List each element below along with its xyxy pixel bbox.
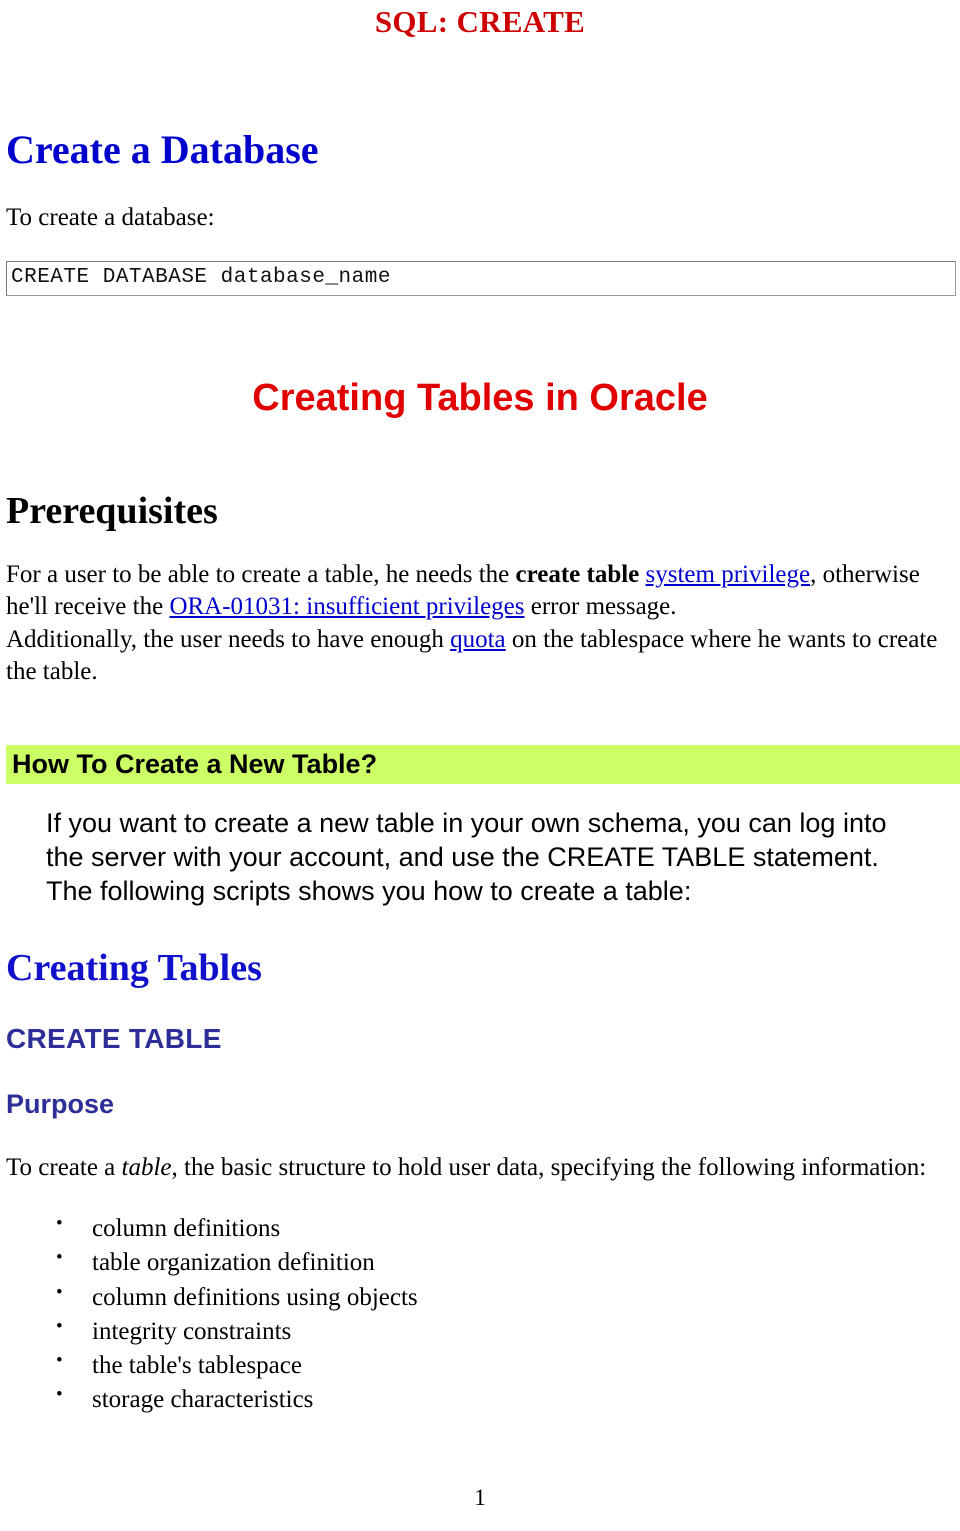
heading-how-to-create-a-new-table: How To Create a New Table? xyxy=(6,744,960,785)
list-item: storage characteristics xyxy=(56,1382,954,1417)
list-create-table-information: column definitions table organization de… xyxy=(6,1211,954,1418)
list-item: the table's tablespace xyxy=(56,1348,954,1383)
list-item: integrity constraints xyxy=(56,1314,954,1349)
paragraph-purpose-body: To create a table, the basic structure t… xyxy=(6,1152,951,1184)
heading-creating-tables-in-oracle: Creating Tables in Oracle xyxy=(252,376,708,419)
list-item: table organization definition xyxy=(56,1245,954,1280)
heading-prerequisites: Prerequisites xyxy=(6,489,218,532)
prereq-text-4: Additionally, the user needs to have eno… xyxy=(6,625,451,653)
list-item: column definitions using objects xyxy=(56,1280,954,1315)
heading-creating-tables: Creating Tables xyxy=(6,947,262,990)
prereq-text-1: For a user to be able to create a table,… xyxy=(6,560,516,588)
code-block-text: CREATE DATABASE database_name xyxy=(11,265,391,289)
prereq-text-3: error message. xyxy=(524,593,677,621)
running-head-title: SQL: CREATE xyxy=(374,4,586,39)
list-item: column definitions xyxy=(56,1211,954,1246)
purpose-italic-table: table xyxy=(121,1154,172,1182)
heading-how-to-create-wrapper: How To Create a New Table? xyxy=(6,744,960,785)
link-system-privilege[interactable]: system privilege xyxy=(646,561,811,588)
purpose-text-1: To create a xyxy=(6,1154,122,1182)
paragraph-prerequisites: For a user to be able to create a table,… xyxy=(6,559,954,689)
paragraph-to-create-a-database: To create a database: xyxy=(6,204,215,231)
link-quota[interactable]: quota xyxy=(450,626,506,653)
heading-create-table: CREATE TABLE xyxy=(6,1023,222,1055)
prereq-bold-create-table: create table xyxy=(515,560,640,588)
page-number: 1 xyxy=(474,1485,486,1510)
heading-create-a-database: Create a Database xyxy=(6,127,319,172)
link-ora-01031-insufficient-privileges[interactable]: ORA-01031: insufficient privileges xyxy=(169,593,524,620)
heading-purpose: Purpose xyxy=(6,1089,115,1120)
paragraph-how-to-create-body: If you want to create a new table in you… xyxy=(46,808,887,907)
code-block-create-database: CREATE DATABASE database_name xyxy=(6,260,956,296)
document-page: SQL: CREATE Create a Database To create … xyxy=(0,6,960,1531)
purpose-text-2: , the basic structure to hold user data,… xyxy=(171,1154,927,1182)
